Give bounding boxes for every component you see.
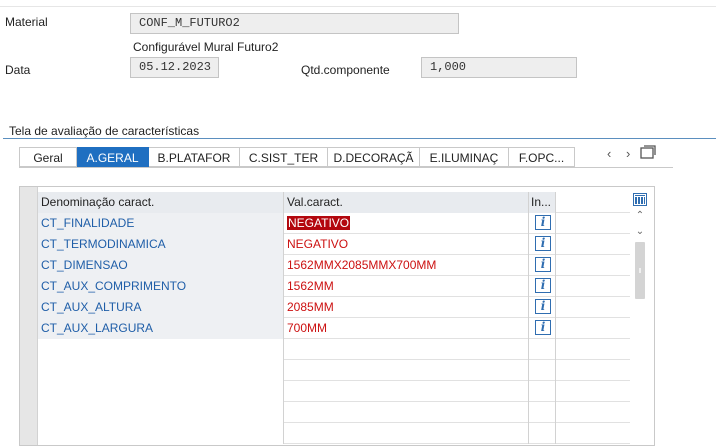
characteristic-value[interactable]: NEGATIVO bbox=[287, 216, 351, 230]
grid-header: Denominação caract. Val.caract. In... bbox=[38, 192, 630, 213]
empty-name-cell[interactable] bbox=[38, 402, 284, 423]
empty-info-cell bbox=[529, 360, 556, 381]
info-icon[interactable]: i bbox=[535, 257, 551, 272]
scroll-down-icon[interactable]: ⌄ bbox=[632, 226, 648, 237]
material-field[interactable]: CONF_M_FUTURO2 bbox=[130, 13, 459, 34]
empty-value-cell[interactable] bbox=[284, 360, 529, 381]
qty-label: Qtd.componente bbox=[301, 63, 390, 77]
empty-row[interactable] bbox=[38, 339, 630, 360]
empty-row[interactable] bbox=[38, 402, 630, 423]
scroll-thumb[interactable] bbox=[635, 242, 645, 299]
table-row[interactable]: CT_DIMENSAO 1562MMX2085MMX700MM i bbox=[38, 255, 630, 276]
characteristic-name: CT_DIMENSAO bbox=[38, 255, 284, 276]
empty-info-cell bbox=[529, 339, 556, 360]
material-label: Material bbox=[5, 15, 48, 29]
tab-f-opc[interactable]: F.OPC... bbox=[509, 147, 575, 167]
tab-b-platafor[interactable]: B.PLATAFOR bbox=[149, 147, 240, 167]
date-field[interactable]: 05.12.2023 bbox=[130, 57, 219, 78]
col-header-value[interactable]: Val.caract. bbox=[284, 192, 529, 213]
top-divider bbox=[0, 6, 716, 7]
col-header-info[interactable]: In... bbox=[529, 192, 556, 213]
group-title: Tela de avaliação de características bbox=[9, 124, 202, 138]
characteristic-value[interactable]: 2085MM bbox=[284, 297, 529, 318]
table-row[interactable]: CT_AUX_ALTURA 2085MM i bbox=[38, 297, 630, 318]
info-icon[interactable]: i bbox=[535, 236, 551, 251]
group-divider bbox=[3, 138, 716, 139]
material-description: Configurável Mural Futuro2 bbox=[133, 40, 279, 54]
info-cell: i bbox=[529, 276, 556, 297]
characteristics-grid: Denominação caract. Val.caract. In... CT… bbox=[19, 186, 655, 446]
empty-info-cell bbox=[529, 381, 556, 402]
info-cell: i bbox=[529, 213, 556, 234]
tab-a-geral[interactable]: A.GERAL bbox=[77, 147, 149, 167]
empty-row[interactable] bbox=[38, 381, 630, 402]
characteristic-value[interactable]: 1562MM bbox=[284, 276, 529, 297]
info-icon[interactable]: i bbox=[535, 215, 551, 230]
info-icon[interactable]: i bbox=[535, 320, 551, 335]
table-row[interactable]: CT_AUX_COMPRIMENTO 1562MM i bbox=[38, 276, 630, 297]
empty-value-cell[interactable] bbox=[284, 381, 529, 402]
empty-name-cell[interactable] bbox=[38, 339, 284, 360]
info-cell: i bbox=[529, 297, 556, 318]
qty-field[interactable]: 1,000 bbox=[421, 57, 577, 78]
info-cell: i bbox=[529, 255, 556, 276]
vertical-scrollbar[interactable]: ⌃ ⌄ bbox=[632, 208, 648, 441]
empty-name-cell[interactable] bbox=[38, 360, 284, 381]
info-icon[interactable]: i bbox=[535, 299, 551, 314]
tab-d-decoracao[interactable]: D.DECORAÇÃ bbox=[328, 147, 420, 167]
characteristic-name: CT_FINALIDADE bbox=[38, 213, 284, 234]
col-header-name[interactable]: Denominação caract. bbox=[38, 192, 284, 213]
tab-e-iluminacao[interactable]: E.ILUMINAÇ bbox=[420, 147, 509, 167]
characteristic-value[interactable]: 700MM bbox=[284, 318, 529, 339]
table-row[interactable]: CT_AUX_LARGURA 700MM i bbox=[38, 318, 630, 339]
tab-geral[interactable]: Geral bbox=[19, 147, 77, 167]
empty-value-cell[interactable] bbox=[284, 402, 529, 423]
tab-strip: Geral A.GERAL B.PLATAFOR C.SIST_TER D.DE… bbox=[19, 147, 575, 167]
tab-list-icon[interactable] bbox=[640, 145, 656, 162]
info-cell: i bbox=[529, 318, 556, 339]
tab-prev-icon[interactable]: ‹ bbox=[607, 146, 611, 161]
info-cell: i bbox=[529, 234, 556, 255]
characteristic-value-cell[interactable]: NEGATIVO bbox=[284, 213, 529, 234]
empty-row[interactable] bbox=[38, 360, 630, 381]
tab-baseline bbox=[19, 167, 673, 168]
scroll-up-icon[interactable]: ⌃ bbox=[632, 210, 648, 221]
info-icon[interactable]: i bbox=[535, 278, 551, 293]
empty-name-cell[interactable] bbox=[38, 381, 284, 402]
tab-c-sist-ter[interactable]: C.SIST_TER bbox=[240, 147, 328, 167]
tab-next-icon[interactable]: › bbox=[626, 146, 630, 161]
characteristic-value[interactable]: NEGATIVO bbox=[284, 234, 529, 255]
table-row[interactable]: CT_TERMODINAMICA NEGATIVO i bbox=[38, 234, 630, 255]
characteristic-value[interactable]: 1562MMX2085MMX700MM bbox=[284, 255, 529, 276]
characteristic-name: CT_AUX_LARGURA bbox=[38, 318, 284, 339]
row-selector-column[interactable] bbox=[20, 187, 38, 445]
table-row[interactable]: CT_FINALIDADE NEGATIVO i bbox=[38, 213, 630, 234]
empty-value-cell[interactable] bbox=[284, 339, 529, 360]
column-config-icon[interactable] bbox=[633, 193, 647, 206]
date-label: Data bbox=[5, 63, 31, 77]
characteristic-name: CT_AUX_COMPRIMENTO bbox=[38, 276, 284, 297]
empty-info-cell bbox=[529, 402, 556, 423]
characteristic-name: CT_AUX_ALTURA bbox=[38, 297, 284, 318]
characteristic-name: CT_TERMODINAMICA bbox=[38, 234, 284, 255]
